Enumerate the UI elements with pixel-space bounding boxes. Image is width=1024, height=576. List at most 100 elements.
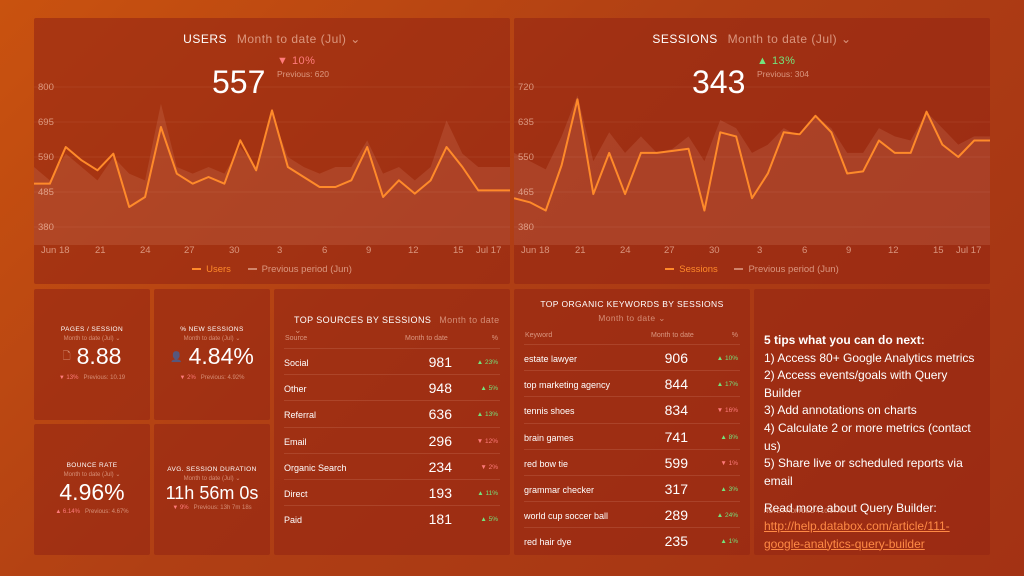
sessions-legend: Sessions Previous period (Jun) [514, 264, 990, 275]
legend-current[interactable]: Sessions [665, 264, 718, 275]
table-row[interactable]: grammar checker 317 ▲ 3% [524, 475, 740, 501]
metric-period-dropdown[interactable]: Month to date (Jul) ⌄ [34, 335, 150, 342]
table-row[interactable]: brain games 741 ▲ 8% [524, 422, 740, 449]
table-row[interactable]: tennis shoes 834 ▼ 16% [524, 396, 740, 422]
metric-value: 11h 56m 0s [165, 483, 259, 503]
row-label: Referral [284, 410, 317, 421]
query-builder-link[interactable]: google-analytics-query-builder [764, 536, 982, 554]
row-label: world cup soccer ball [524, 511, 609, 522]
row-change: ▼ 2% [480, 463, 498, 471]
table-row[interactable]: Direct 193 ▲ 11% [284, 479, 500, 505]
avg-session-duration-tile: AVG. SESSION DURATION Month to date (Jul… [154, 424, 270, 555]
metric-delta: ▼ 13% Previous: 10.19 [58, 375, 126, 381]
legend-previous[interactable]: Previous period (Jun) [248, 264, 352, 275]
row-label: tennis shoes [524, 406, 575, 417]
table-row[interactable]: Social 981 ▲ 23% [284, 348, 500, 374]
x-tick: 21 [95, 245, 106, 256]
row-change: ▲ 24% [716, 512, 738, 520]
y-tick: 380 [38, 222, 54, 233]
row-change: ▲ 11% [477, 490, 498, 497]
metric-period-dropdown[interactable]: Month to date (Jul) ⌄ [34, 471, 150, 478]
table-row[interactable]: Other 948 ▲ 5% [284, 374, 500, 400]
tips-text: 5 tips what you can do next: 1) Access 8… [764, 332, 982, 553]
tip-item: 2) Access events/goals with Query Builde… [764, 368, 948, 400]
x-tick: Jul 17 [956, 245, 982, 256]
table-row[interactable]: red hair dye 235 ▲ 1% [524, 527, 740, 553]
series-previous-area [34, 103, 510, 246]
legend-current[interactable]: Users [192, 264, 231, 275]
y-tick: 695 [38, 117, 54, 128]
bounce-rate-tile: BOUNCE RATE Month to date (Jul) ⌄ 4.96% … [34, 424, 150, 555]
row-change: ▲ 1% [720, 538, 738, 546]
tip-item: 4) Calculate 2 or more metrics (contact … [764, 420, 971, 453]
x-tick: 6 [322, 245, 328, 256]
x-tick: 27 [184, 245, 195, 256]
x-tick: 9 [846, 245, 852, 256]
metric-delta: ▼ 2% Previous: 4.92% [179, 375, 245, 381]
users-chart-tile: USERS Month to date (Jul) ⌄ 557 ▼ 10% Pr… [34, 18, 510, 284]
row-value: 193 [428, 485, 452, 501]
sessions-chart-tile: SESSIONS Month to date (Jul) ⌄ 343 ▲ 13%… [514, 18, 990, 284]
pages-per-session-tile: PAGES / SESSION Month to date (Jul) ⌄ 🗋 8… [34, 289, 150, 420]
x-tick: 3 [277, 245, 283, 256]
table-title: TOP SOURCES BY SESSIONS Month to date ⌄ [294, 315, 500, 335]
row-label: Direct [284, 489, 308, 499]
row-change: ▼ 1% [720, 459, 738, 467]
x-tick: 27 [664, 245, 675, 256]
row-value: 834 [664, 402, 688, 419]
x-tick: 12 [888, 245, 899, 256]
row-value: 317 [664, 481, 688, 497]
table-row[interactable]: Referral 636 ▲ 13% [284, 400, 500, 426]
tips-heading: 5 tips what you can do next: [764, 333, 925, 347]
query-builder-link[interactable]: http://help.databox.com/article/111- [764, 518, 982, 536]
row-change: ▲ 5% [480, 385, 498, 393]
series-previous-area [514, 95, 990, 245]
y-tick: 800 [38, 82, 54, 93]
row-change: ▲ 3% [720, 486, 738, 493]
row-change: ▲ 5% [480, 516, 498, 524]
x-tick: 30 [229, 245, 240, 256]
y-tick: 485 [38, 187, 54, 198]
x-tick: 30 [709, 245, 720, 256]
note-timestamp: NOTE FROM DEC 4 10:14 AM [764, 509, 847, 515]
row-label: grammar checker [524, 485, 595, 495]
metric-value: 🗋 8.88 [62, 343, 122, 369]
x-tick: 21 [575, 245, 586, 256]
row-value: 636 [428, 406, 452, 423]
table-row[interactable]: Paid 181 ▲ 5% [284, 505, 500, 531]
y-tick: 465 [518, 187, 534, 198]
row-label: estate lawyer [524, 354, 578, 364]
x-tick: 24 [620, 245, 631, 256]
x-tick: 15 [933, 245, 944, 256]
row-change: ▼ 12% [476, 437, 498, 445]
period-dropdown[interactable]: Month to date ⌄ [514, 313, 750, 324]
y-tick: 550 [518, 152, 534, 163]
y-tick: 635 [518, 117, 534, 128]
metric-period-dropdown[interactable]: Month to date (Jul) ⌄ [154, 475, 270, 482]
table-row[interactable]: red bow tie 599 ▼ 1% [524, 448, 740, 475]
table-row[interactable]: top marketing agency 844 ▲ 17% [524, 370, 740, 396]
tip-item: 1) Access 80+ Google Analytics metrics [764, 350, 975, 365]
row-change: ▲ 8% [720, 433, 738, 441]
y-tick: 380 [518, 222, 534, 233]
tips-tile: 5 tips what you can do next: 1) Access 8… [754, 289, 990, 555]
table-row[interactable]: Email 296 ▼ 12% [284, 426, 500, 453]
row-label: Email [284, 436, 307, 447]
row-value: 906 [664, 350, 688, 366]
row-change: ▼ 16% [716, 407, 738, 415]
x-tick: Jun 18 [41, 245, 70, 256]
tip-item: 3) Add annotations on charts [764, 403, 917, 418]
y-tick: 590 [38, 152, 54, 163]
tip-item: 5) Share live or scheduled reports via e… [764, 456, 963, 488]
row-value: 181 [428, 511, 452, 528]
table-header: Source Month to date % [285, 335, 498, 342]
table-row[interactable]: Organic Search 234 ▼ 2% [284, 452, 500, 479]
table-row[interactable]: estate lawyer 906 ▲ 10% [524, 344, 740, 370]
legend-previous[interactable]: Previous period (Jun) [734, 264, 838, 275]
metric-delta: ▲ 6.14% Previous: 4.67% [55, 509, 129, 515]
x-tick: 15 [453, 245, 464, 256]
x-tick: 6 [802, 245, 808, 256]
table-row[interactable]: world cup soccer ball 289 ▲ 24% [524, 501, 740, 527]
metric-period-dropdown[interactable]: Month to date (Jul) ⌄ [154, 335, 270, 342]
top-sources-tile: TOP SOURCES BY SESSIONS Month to date ⌄ S… [274, 289, 510, 555]
